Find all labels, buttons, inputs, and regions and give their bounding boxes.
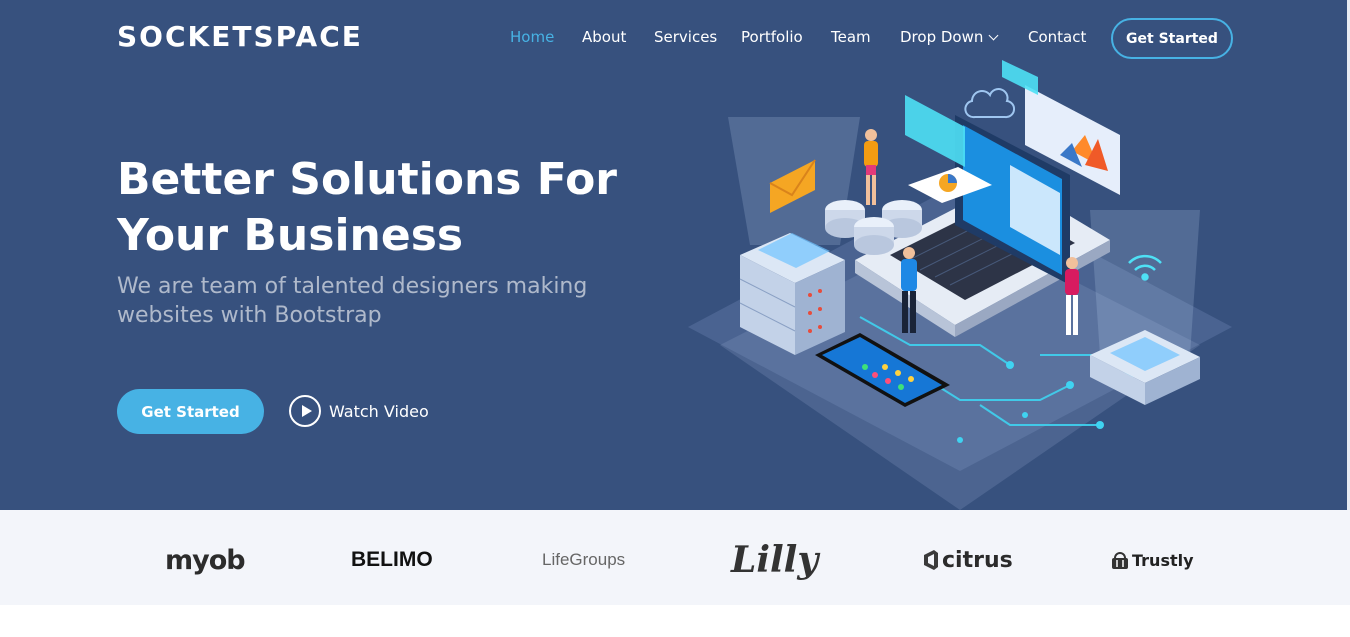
- watch-video-label: Watch Video: [329, 401, 429, 421]
- isometric-tech-illustration-icon: [688, 60, 1232, 510]
- citrus-logo-label: citrus: [942, 547, 1013, 573]
- lilly-logo-icon[interactable]: Lilly: [731, 539, 818, 581]
- belimo-logo-icon[interactable]: BELIMO: [351, 540, 433, 580]
- lifegroups-logo-icon[interactable]: LifeGroups: [542, 540, 625, 580]
- nav-item-contact[interactable]: Contact: [1028, 28, 1086, 46]
- clients-bar: myob BELIMO LifeGroups Lilly citrus Trus…: [0, 510, 1350, 605]
- hero-get-started-button[interactable]: Get Started: [117, 389, 264, 434]
- myob-logo-icon[interactable]: myob: [165, 540, 246, 580]
- citrus-logo-icon[interactable]: citrus: [922, 540, 1013, 580]
- play-icon: [289, 395, 321, 427]
- nav-item-team[interactable]: Team: [831, 28, 871, 46]
- nav-item-dropdown[interactable]: Drop Down: [900, 28, 999, 46]
- trustly-logo-label: Trustly: [1132, 550, 1194, 570]
- citrus-mark-icon: [924, 550, 938, 570]
- basket-icon: [1112, 552, 1128, 569]
- site-logo[interactable]: SOCKETSPACE: [117, 20, 363, 53]
- watch-video-button[interactable]: Watch Video: [289, 394, 429, 428]
- header-get-started-button[interactable]: Get Started: [1111, 18, 1233, 59]
- nav-item-dropdown-label: Drop Down: [900, 28, 984, 46]
- nav-item-services[interactable]: Services: [654, 28, 717, 46]
- hero-section: SOCKETSPACE Home About Services Portfoli…: [0, 0, 1350, 510]
- chevron-down-icon: [988, 30, 999, 41]
- hero-title: Better Solutions For Your Business: [117, 154, 618, 261]
- hero-subtitle: We are team of talented designers making…: [117, 274, 588, 328]
- nav-item-portfolio[interactable]: Portfolio: [741, 28, 803, 46]
- trustly-logo-icon[interactable]: Trustly: [1111, 540, 1194, 580]
- nav-item-about[interactable]: About: [582, 28, 626, 46]
- nav-item-home[interactable]: Home: [510, 28, 554, 46]
